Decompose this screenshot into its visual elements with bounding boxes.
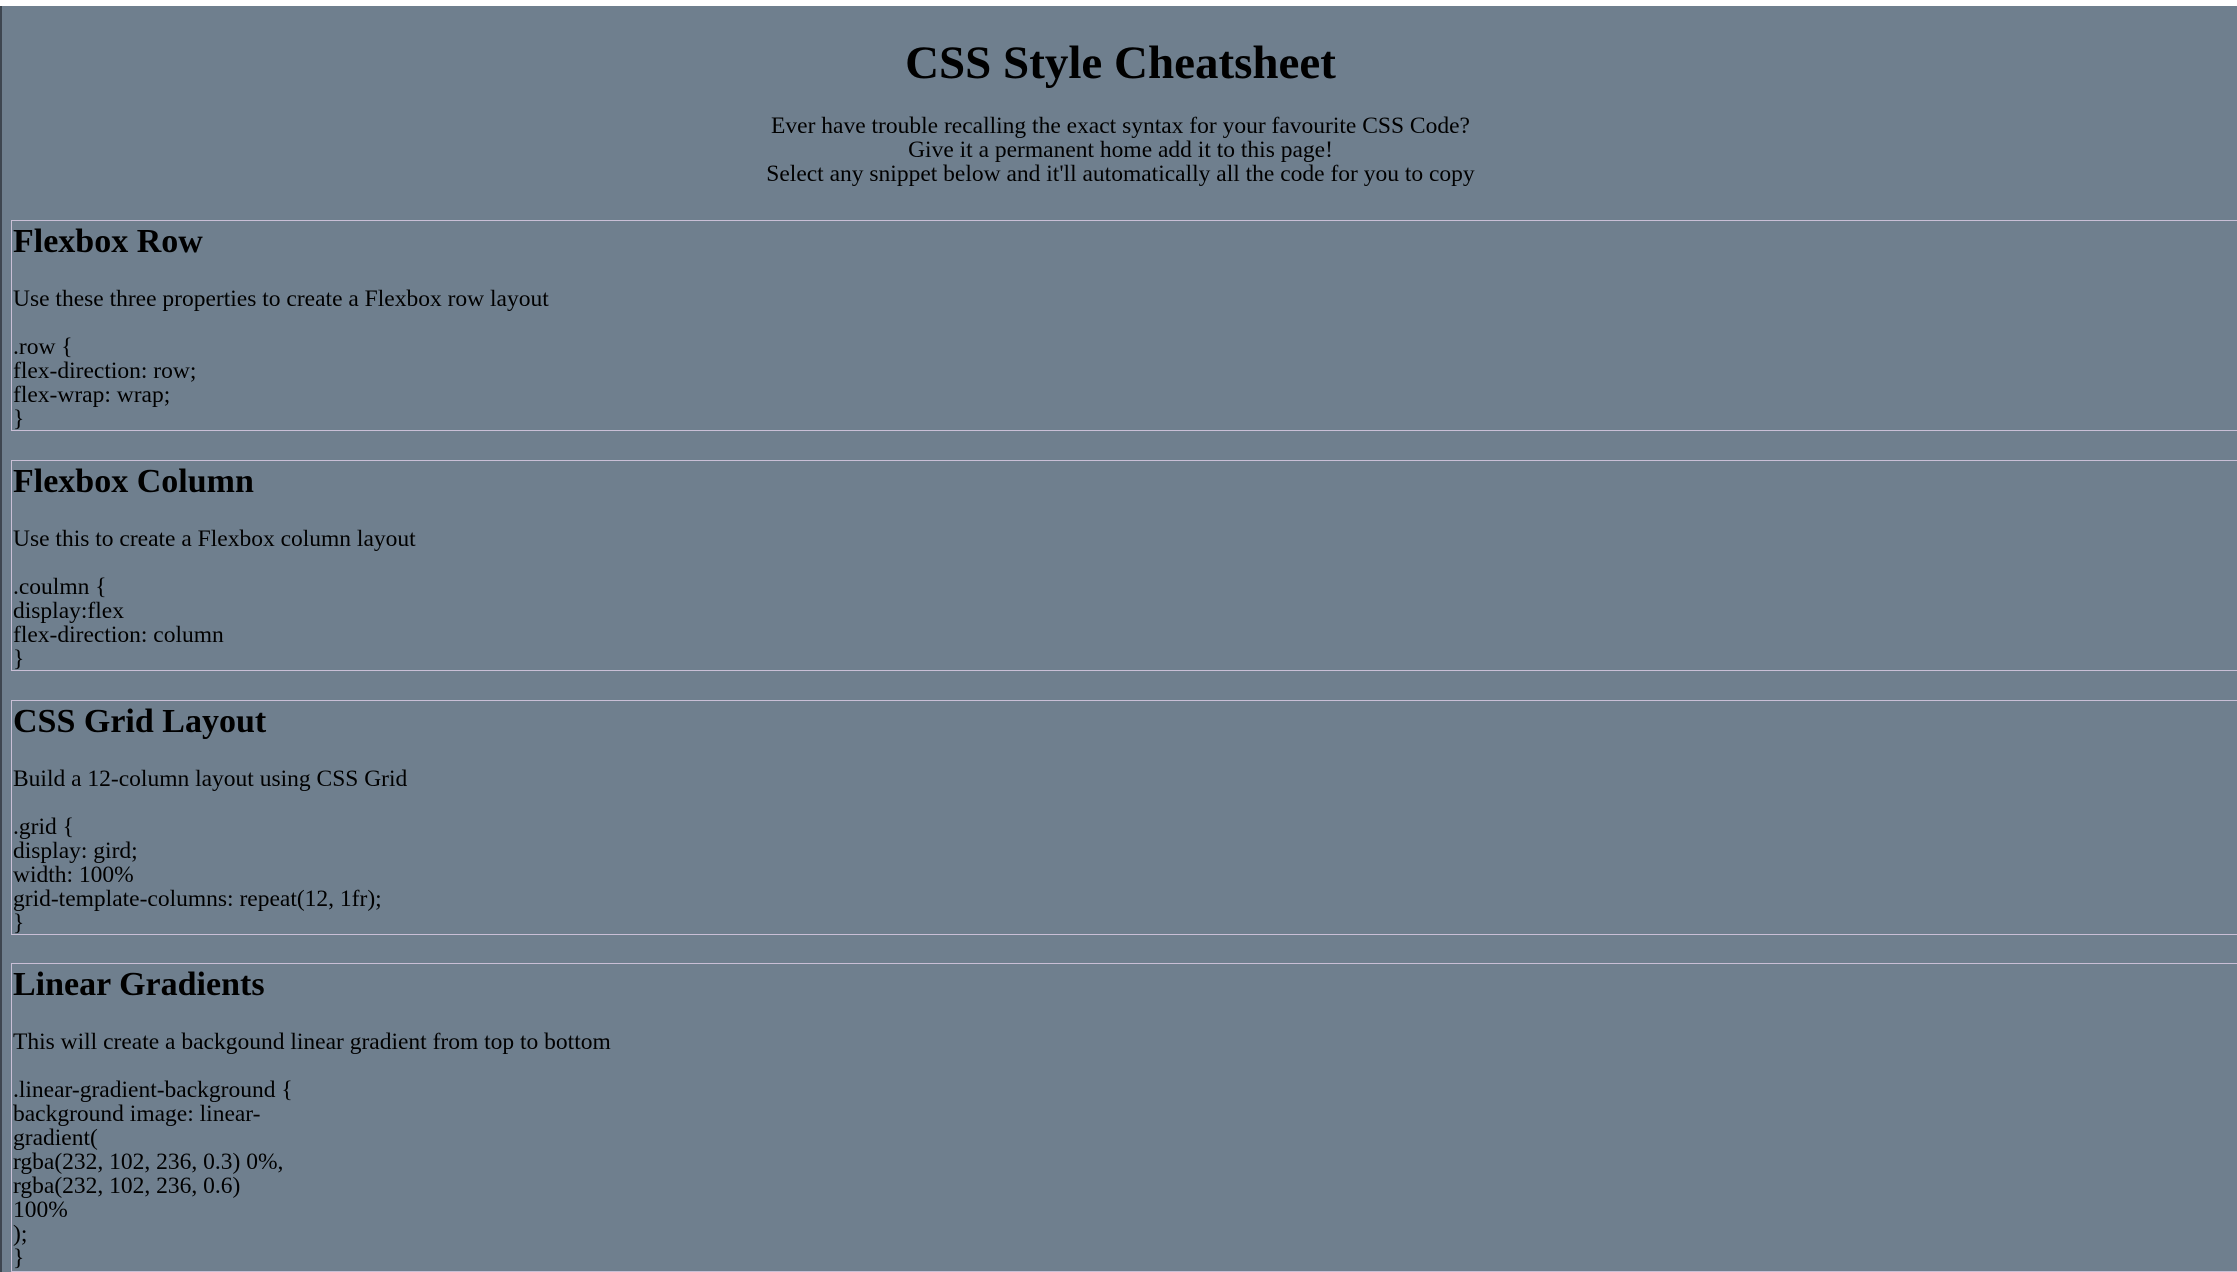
page-header: CSS Style Cheatsheet Ever have trouble r…: [2, 6, 2237, 186]
snippet-title: CSS Grid Layout: [13, 703, 267, 740]
code-line: flex-direction: row;: [13, 358, 197, 384]
page-title: CSS Style Cheatsheet: [905, 37, 1336, 89]
snippet-flexbox-column[interactable]: Flexbox Column Use this to create a Flex…: [11, 460, 2237, 671]
snippet-css-grid-layout[interactable]: CSS Grid Layout Build a 12-column layout…: [11, 700, 2237, 935]
intro-line: Ever have trouble recalling the exact sy…: [771, 113, 1470, 140]
code-line: display: gird;: [13, 838, 138, 864]
snippet-title: Flexbox Column: [13, 463, 254, 500]
snippet-code[interactable]: .row { flex-direction: row; flex-wrap: w…: [13, 335, 196, 431]
code-line: }: [13, 910, 25, 936]
code-line: 100%: [13, 1197, 68, 1223]
code-line: grid-template-columns: repeat(12, 1fr);: [13, 886, 382, 912]
code-line: gradient(: [13, 1125, 98, 1151]
code-line: rgba(232, 102, 236, 0.3) 0%,: [13, 1149, 284, 1175]
snippet-description: This will create a backgound linear grad…: [13, 1029, 611, 1055]
snippet-linear-gradients[interactable]: Linear Gradients This will create a back…: [11, 963, 2237, 1272]
code-line: flex-direction: column: [13, 622, 224, 648]
code-line: .linear-gradient-background {: [13, 1077, 293, 1103]
snippet-description: Use this to create a Flexbox column layo…: [13, 526, 416, 552]
code-line: width: 100%: [13, 862, 134, 888]
code-line: .row {: [13, 334, 73, 360]
snippet-code[interactable]: .grid { display: gird; width: 100% grid-…: [13, 815, 382, 935]
code-line: rgba(232, 102, 236, 0.6): [13, 1173, 241, 1199]
code-line: flex-wrap: wrap;: [13, 382, 171, 408]
snippet-code[interactable]: .coulmn { display:flex flex-direction: c…: [13, 575, 224, 671]
code-line: }: [13, 1245, 25, 1271]
intro-line: Select any snippet below and it'll autom…: [766, 161, 1475, 188]
snippet-description: Use these three properties to create a F…: [13, 286, 549, 312]
intro-line: Give it a permanent home add it to this …: [908, 137, 1333, 164]
code-line: }: [13, 646, 25, 672]
code-line: .grid {: [13, 814, 74, 840]
code-line: }: [13, 406, 25, 432]
snippet-description: Build a 12-column layout using CSS Grid: [13, 766, 408, 792]
code-line: background image: linear-: [13, 1101, 261, 1127]
code-line: display:flex: [13, 598, 124, 624]
snippet-flexbox-row[interactable]: Flexbox Row Use these three properties t…: [11, 220, 2237, 431]
code-line: .coulmn {: [13, 574, 107, 600]
snippet-title: Flexbox Row: [13, 223, 203, 260]
snippet-code[interactable]: .linear-gradient-background { background…: [13, 1078, 293, 1270]
intro-text: Ever have trouble recalling the exact sy…: [2, 114, 2237, 186]
snippet-title: Linear Gradients: [13, 966, 265, 1003]
code-line: );: [13, 1221, 28, 1247]
